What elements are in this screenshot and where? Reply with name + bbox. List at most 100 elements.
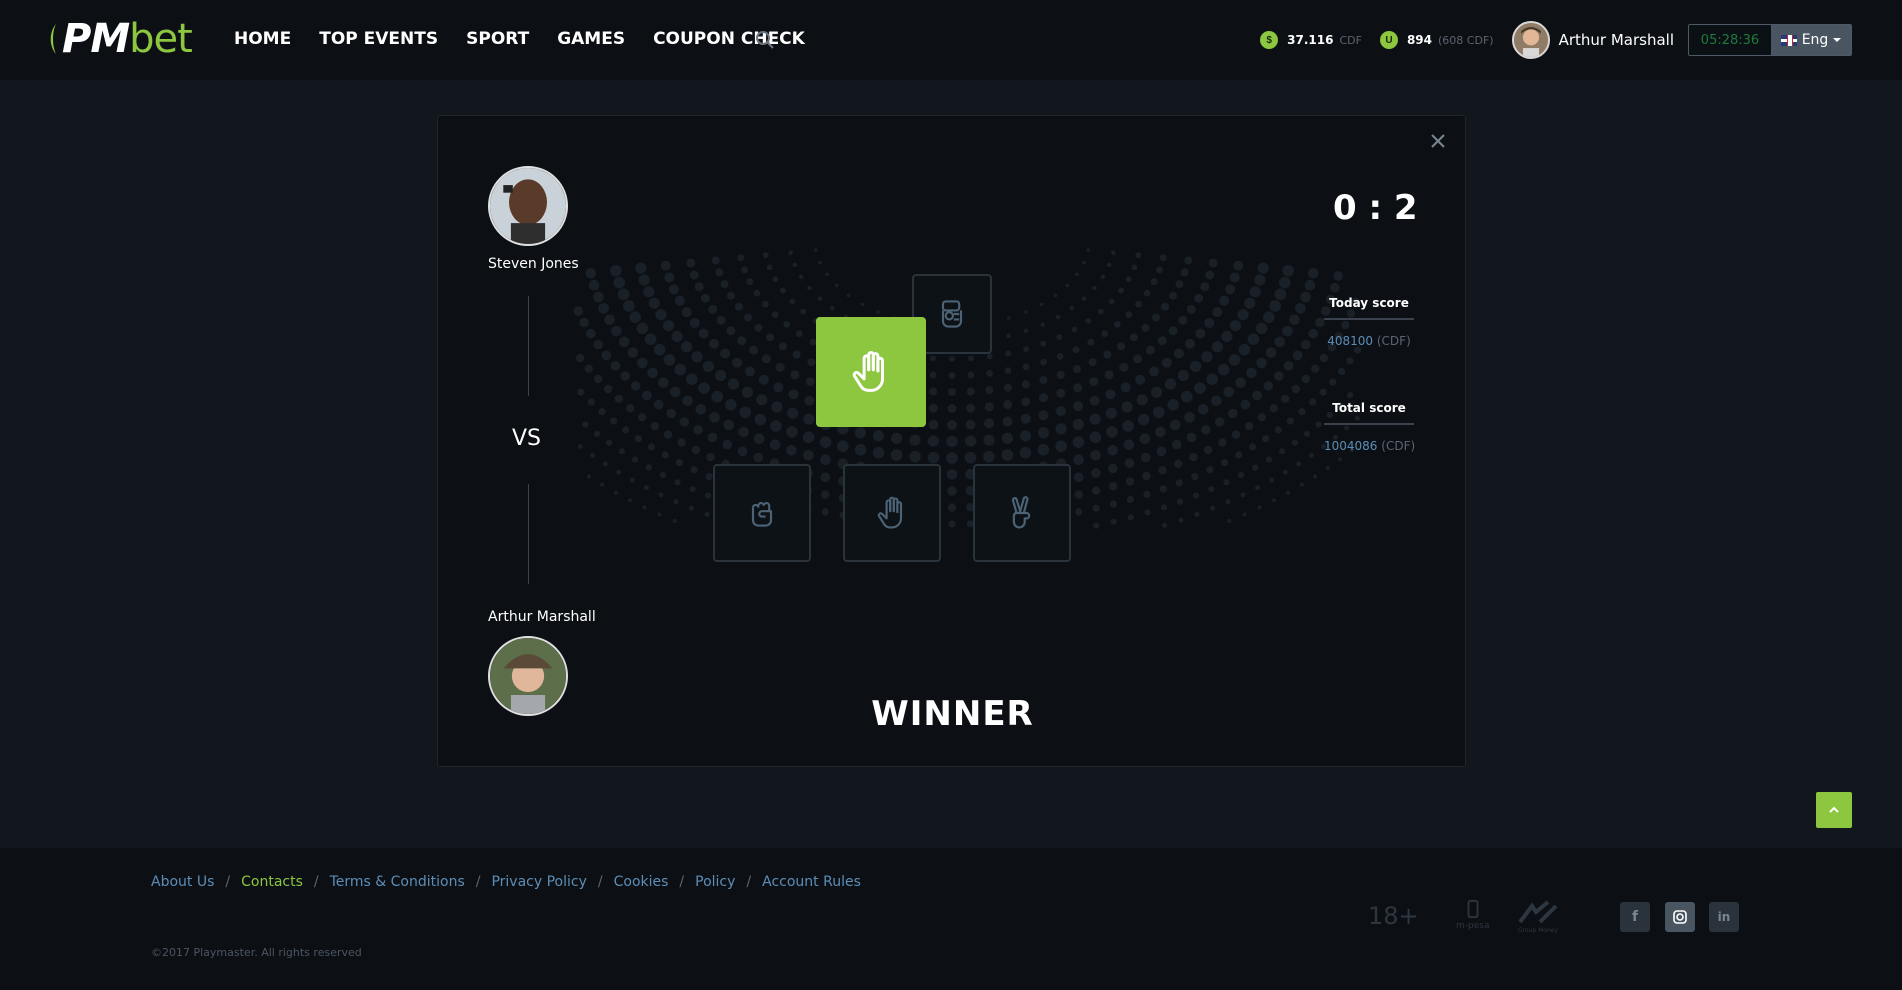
close-icon[interactable] <box>1429 132 1447 150</box>
footer-link-contacts[interactable]: Contacts <box>241 874 303 890</box>
background-dot <box>579 317 589 328</box>
background-dot <box>1090 450 1101 461</box>
background-dot <box>1073 365 1081 373</box>
background-dot <box>1119 362 1129 372</box>
facebook-icon[interactable]: f <box>1620 902 1650 932</box>
user-avatar[interactable] <box>1511 21 1550 59</box>
background-dot <box>1133 354 1143 364</box>
background-dot <box>928 419 939 430</box>
background-dot <box>1135 252 1142 259</box>
background-dot <box>1140 452 1151 463</box>
footer-link-terms[interactable]: Terms & Conditions <box>330 874 465 890</box>
background-dot <box>1001 449 1014 461</box>
background-dot <box>1227 519 1232 523</box>
background-dot <box>1214 417 1225 427</box>
background-dot <box>1175 479 1183 487</box>
background-dot <box>1164 378 1176 390</box>
background-dot <box>754 323 763 332</box>
background-dot <box>813 248 818 252</box>
background-dot <box>630 381 641 391</box>
nav-games[interactable]: GAMES <box>557 29 625 49</box>
background-dot <box>1002 416 1013 427</box>
background-dot <box>668 284 679 295</box>
background-dot <box>1156 266 1163 274</box>
scroll-to-top-button[interactable] <box>1816 792 1852 828</box>
search-icon[interactable] <box>755 30 775 50</box>
background-dot <box>1194 293 1204 303</box>
background-dot <box>762 300 769 308</box>
footer-link-account-rules[interactable]: Account Rules <box>762 874 861 890</box>
background-dot <box>927 435 939 447</box>
background-dot <box>1282 264 1294 277</box>
pmbet-logo[interactable]: PM bet <box>48 16 193 62</box>
background-dot <box>661 451 669 459</box>
background-dot <box>1003 383 1012 392</box>
background-dot <box>1338 457 1343 462</box>
nav-sport[interactable]: SPORT <box>466 29 529 49</box>
background-dot <box>1111 250 1116 255</box>
background-dot <box>1040 340 1047 347</box>
background-dot <box>632 456 639 463</box>
nav-coupon-check[interactable]: COUPON CHECK <box>653 29 805 49</box>
background-dot <box>584 364 593 373</box>
background-dot <box>587 398 595 406</box>
background-dot <box>1252 390 1262 401</box>
background-dot <box>1274 426 1282 434</box>
background-dot <box>734 302 743 311</box>
background-dot <box>653 343 666 356</box>
background-dot <box>715 369 727 382</box>
background-dot <box>1346 357 1354 365</box>
background-dot <box>1205 270 1215 280</box>
background-dot <box>965 435 977 447</box>
background-dot <box>766 264 773 271</box>
background-dot <box>737 446 748 457</box>
background-dot <box>1240 399 1251 410</box>
footer-link-privacy-policy[interactable]: Privacy Policy <box>491 874 586 890</box>
background-dot <box>662 320 675 332</box>
background-dot <box>837 440 849 453</box>
background-dot <box>968 355 974 362</box>
background-dot <box>792 350 801 359</box>
background-dot <box>1065 283 1070 288</box>
background-dot <box>761 354 771 364</box>
footer-link-policy[interactable]: Policy <box>695 874 735 890</box>
background-dot <box>671 330 683 342</box>
footer-link-about-us[interactable]: About Us <box>151 874 214 890</box>
background-dot <box>1103 350 1112 359</box>
background-dot <box>1231 430 1241 439</box>
background-dot <box>1279 448 1286 455</box>
background-dot <box>1100 274 1106 280</box>
background-dot <box>1056 388 1066 398</box>
language-label: Eng <box>1801 32 1829 48</box>
background-dot <box>1135 300 1142 308</box>
nav-top-events[interactable]: TOP EVENTS <box>319 29 438 49</box>
today-score-value: 408100 <box>1327 334 1374 348</box>
arrows-icon <box>1518 900 1558 924</box>
background-dot <box>983 434 995 446</box>
background-dot <box>622 426 630 434</box>
instagram-icon[interactable] <box>1665 902 1695 932</box>
choice-rock-button[interactable] <box>713 464 811 562</box>
background-dot <box>1106 262 1112 268</box>
linkedin-icon[interactable]: in <box>1709 902 1739 932</box>
background-dot <box>1024 310 1028 314</box>
separator: / <box>313 874 319 890</box>
background-dot <box>1329 378 1337 386</box>
background-dot <box>778 342 787 351</box>
nav-home[interactable]: HOME <box>234 29 291 49</box>
language-selector[interactable]: Eng <box>1771 25 1851 55</box>
mpesa-logo: m-pesa <box>1456 900 1489 931</box>
background-dot <box>722 439 732 450</box>
user-name[interactable]: Arthur Marshall <box>1559 31 1674 49</box>
background-dot <box>1091 486 1101 495</box>
background-dot <box>1186 432 1197 443</box>
footer-link-cookies[interactable]: Cookies <box>614 874 669 890</box>
paper-icon <box>877 496 903 529</box>
background-dot <box>1069 306 1075 311</box>
background-dot <box>593 339 603 350</box>
choice-paper-button[interactable] <box>843 464 941 562</box>
choice-scissors-button[interactable] <box>973 464 1071 562</box>
background-dot <box>593 374 603 384</box>
background-dot <box>1085 318 1092 324</box>
background-dot <box>616 469 622 475</box>
